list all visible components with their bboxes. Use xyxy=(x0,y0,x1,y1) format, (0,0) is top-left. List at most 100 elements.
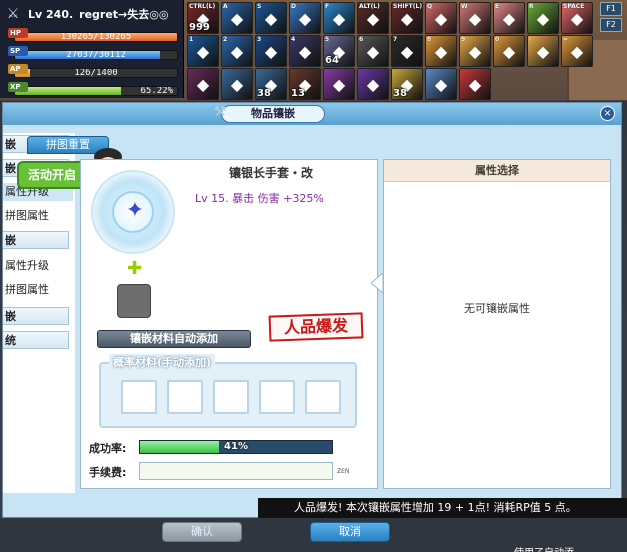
skill-hotkey: CTRL(L) xyxy=(189,3,216,10)
skill-slot[interactable]: ◆ xyxy=(221,68,253,100)
skill-hotkey: SPACE xyxy=(563,3,585,10)
window-header: ⚒ 物品镶嵌 × xyxy=(3,103,621,125)
skill-slot[interactable]: ◆ 3 xyxy=(255,35,287,67)
skill-slot[interactable]: ◆ 13 xyxy=(289,68,321,100)
ap-bar: 126/1400 AP xyxy=(8,64,178,78)
skill-hotkey: Q xyxy=(427,3,433,10)
confirm-button[interactable]: 确认 xyxy=(162,522,242,542)
side-menu-item[interactable]: 拼图属性 xyxy=(3,281,73,299)
skill-slot[interactable]: ◆ xyxy=(187,68,219,100)
skill-slot[interactable]: ◆ xyxy=(459,68,491,100)
success-rate-value: 41% xyxy=(224,441,248,452)
skill-hotkey: ALT(L) xyxy=(359,3,380,10)
skill-slot[interactable]: ◆ 8 xyxy=(425,35,457,67)
close-button[interactable]: × xyxy=(600,106,615,121)
skill-icon: ◆ xyxy=(434,42,448,61)
skill-icon: ◆ xyxy=(366,42,380,61)
status-hud: ⚔ Lv 240. regret→失去◎◎ 130265/130265 HP 2… xyxy=(0,0,184,98)
skill-icon: ◆ xyxy=(366,9,380,28)
fee-label: 手续费: xyxy=(89,466,127,479)
skill-hotkey: 8 xyxy=(427,36,432,43)
no-attribute-text: 无可镶嵌属性 xyxy=(464,302,530,315)
skill-hotkey: E xyxy=(495,3,500,10)
xp-value: 65.22% xyxy=(140,86,173,96)
skill-icon: ◆ xyxy=(536,9,550,28)
skill-slot[interactable]: ◆ 9 xyxy=(459,35,491,67)
skill-slot[interactable]: ◆ xyxy=(357,68,389,100)
probability-slot[interactable] xyxy=(167,380,203,414)
skill-icon: ◆ xyxy=(502,42,516,61)
magic-circle: ✦ xyxy=(91,170,175,254)
skill-slot[interactable]: ◆ E xyxy=(493,2,525,34)
skill-slot[interactable]: ◆ SHIFT(L) xyxy=(391,2,423,34)
skill-slot[interactable]: ◆ ALT(L) xyxy=(357,2,389,34)
skill-slot[interactable]: ◆ W xyxy=(459,2,491,34)
crossed-swords-icon[interactable]: ⚔ xyxy=(4,5,22,23)
success-rate-bar: 41% xyxy=(139,440,333,454)
side-menu-item[interactable]: 统 xyxy=(3,331,69,349)
skill-icon: ◆ xyxy=(468,75,482,94)
probability-slot[interactable] xyxy=(259,380,295,414)
skill-slot[interactable]: ◆ CTRL(L) 999 xyxy=(187,2,219,34)
side-menu-item[interactable]: 嵌 xyxy=(3,231,69,249)
skill-slot[interactable]: ◆ 1 xyxy=(187,35,219,67)
side-menu-item[interactable]: 嵌 xyxy=(3,307,69,325)
cancel-button[interactable]: 取消 xyxy=(310,522,390,542)
skill-icon: ◆ xyxy=(468,42,482,61)
side-menu-item[interactable]: 拼图属性 xyxy=(3,207,73,225)
skill-slot[interactable]: ◆ 2 xyxy=(221,35,253,67)
side-menu-item[interactable]: 属性升级 xyxy=(3,257,73,275)
skill-hotkey: F xyxy=(325,3,330,10)
skill-icon: ◆ xyxy=(230,9,244,28)
skill-slot[interactable]: ◆ Q xyxy=(425,2,457,34)
skill-slot[interactable]: ◆ 4 xyxy=(289,35,321,67)
skill-slot[interactable]: ◆ - xyxy=(527,35,559,67)
skill-slot[interactable]: ◆ 5 64 xyxy=(323,35,355,67)
skill-slot[interactable]: ◆ A xyxy=(221,2,253,34)
skill-slot[interactable]: ◆ 7 xyxy=(391,35,423,67)
glove-icon[interactable]: ✦ xyxy=(124,196,146,226)
skill-icon: ◆ xyxy=(332,9,346,28)
item-name: 镶银长手套・改 xyxy=(228,166,313,180)
skill-slot[interactable]: ◆ D xyxy=(289,2,321,34)
xp-tag: XP xyxy=(8,82,28,92)
skill-hotbar: ◆ CTRL(L) 999 ◆ A ◆ S ◆ D ◆ F ◆ ALT(L) ◆ SHIFT(L) ◆ Q ◆ W ◆… xyxy=(187,0,627,100)
skill-slot[interactable]: ◆ S xyxy=(255,2,287,34)
skill-icon: ◆ xyxy=(570,9,584,28)
event-start-bubble[interactable]: 活动开启 xyxy=(17,161,87,189)
probability-slot[interactable] xyxy=(121,380,157,414)
skill-hotkey: 7 xyxy=(393,36,398,43)
skill-slot[interactable]: ◆ F xyxy=(323,2,355,34)
material-slot[interactable] xyxy=(117,284,151,318)
fee-field xyxy=(139,462,333,480)
f1-key[interactable]: F1 xyxy=(600,2,622,16)
skill-slot[interactable]: ◆ SPACE xyxy=(561,2,593,34)
skill-slot[interactable]: ◆ = xyxy=(561,35,593,67)
skill-slot[interactable]: ◆ xyxy=(425,68,457,100)
probability-slot[interactable] xyxy=(305,380,341,414)
skill-slot[interactable]: ◆ 6 xyxy=(357,35,389,67)
socket-panel: ✦ 镶银长手套・改 Lv 15. 暴击 伤害 +325% ✚ 镶嵌材料自动添加 … xyxy=(80,159,378,489)
skill-hotkey: 3 xyxy=(257,36,262,43)
skill-hotkey: 9 xyxy=(461,36,466,43)
skill-icon: ◆ xyxy=(434,75,448,94)
auto-add-button[interactable]: 镶嵌材料自动添加 xyxy=(97,330,251,348)
skill-slot[interactable]: ◆ 38 xyxy=(255,68,287,100)
skill-icon: ◆ xyxy=(400,9,414,28)
skill-slot[interactable]: ◆ xyxy=(323,68,355,100)
probability-slot[interactable] xyxy=(213,380,249,414)
skill-icon: ◆ xyxy=(196,75,210,94)
f2-key[interactable]: F2 xyxy=(600,18,622,32)
skill-icon: ◆ xyxy=(366,75,380,94)
sp-tag: SP xyxy=(8,46,28,56)
skill-hotkey: W xyxy=(461,3,468,10)
skill-hotkey: 6 xyxy=(359,36,364,43)
skill-hotkey: A xyxy=(223,3,228,10)
lucky-stamp: 人品爆发 xyxy=(268,312,364,342)
character-level: Lv 240. xyxy=(28,7,74,21)
skill-slot[interactable]: ◆ 38 xyxy=(391,68,423,100)
probability-material-box: 概率材料(手动添加) xyxy=(99,354,357,428)
skill-slot[interactable]: ◆ R xyxy=(527,2,559,34)
bottom-bar: 确认 取消 使用了自动添 xyxy=(0,518,627,552)
skill-slot[interactable]: ◆ 0 xyxy=(493,35,525,67)
